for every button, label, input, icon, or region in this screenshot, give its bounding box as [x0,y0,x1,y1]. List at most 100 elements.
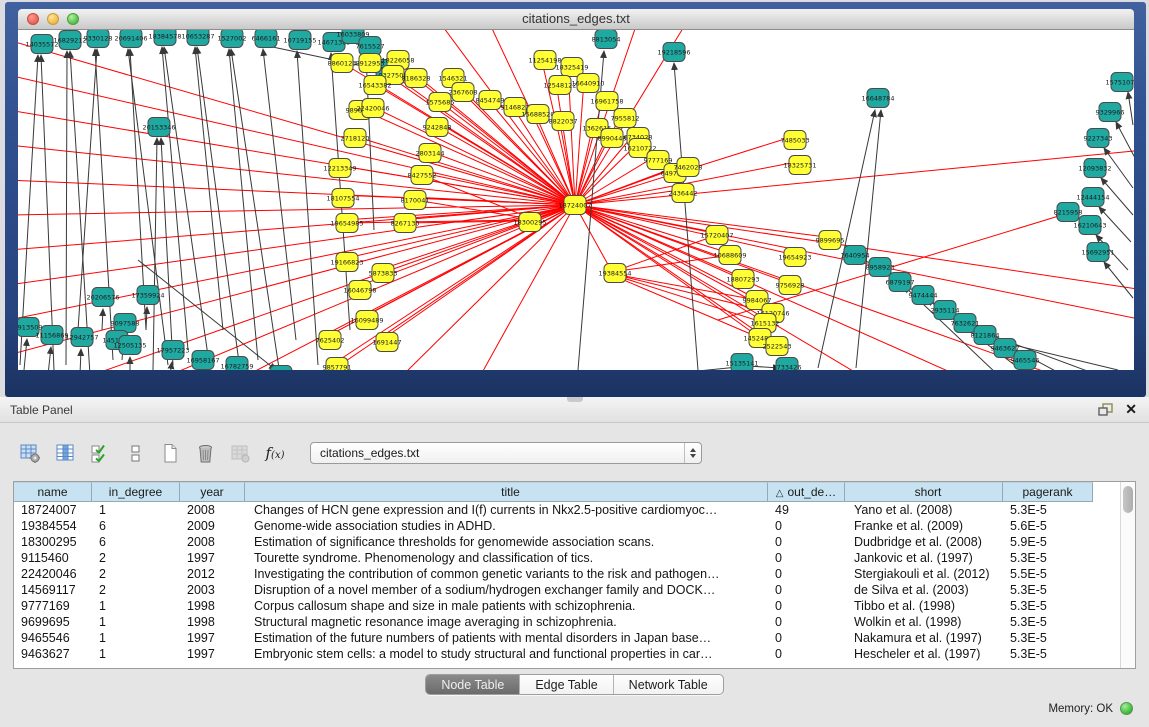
table-cell: Changes of HCN gene expression and I(f) … [245,502,768,518]
vertical-scrollbar[interactable] [1120,482,1135,668]
float-panel-icon[interactable] [1098,403,1113,416]
table-row[interactable]: 946362711997Embryonic stem cells: a mode… [14,646,1135,662]
row-height-icon[interactable] [121,439,149,467]
table-cell: Franke et al. (2009) [845,518,1003,534]
column-header-title[interactable]: title [245,482,768,502]
graph-node-label: 16099489 [350,317,383,325]
graph-node-label: 8822037 [549,118,578,126]
table-cell: 9463627 [14,646,92,662]
graph-node-label: 16958167 [186,357,219,365]
table-row[interactable]: 1872400712008Changes of HCN gene express… [14,502,1135,518]
column-header-name[interactable]: name [14,482,92,502]
tab-node-table[interactable]: Node Table [426,675,520,694]
table-row[interactable]: 1830029562008Estimation of significance … [14,534,1135,550]
column-header-year[interactable]: year [180,482,245,502]
graph-node-label: 19384554 [598,270,631,278]
sort-ascending-icon: △ [776,488,784,499]
graph-node-label: 1615132 [751,320,780,328]
table-cell: 0 [768,646,845,662]
table-row[interactable]: 969969511998Structural magnetic resonanc… [14,614,1135,630]
graph-node-label: 18226058 [381,57,414,65]
table-cell: 1998 [180,614,245,630]
graph-node-label: 18807293 [726,276,759,284]
table-type-tabs: Node TableEdge TableNetwork Table [425,674,723,695]
table-cell: 1997 [180,550,245,566]
table-panel-titlebar[interactable]: Table Panel ✕ [0,397,1149,423]
graph-node-label: 20206576 [86,294,119,302]
network-graph-canvas[interactable]: 1403557216829212933012820691406183845781… [18,30,1134,370]
graph-node-label: 15720407 [700,232,733,240]
table-cell: 2012 [180,566,245,582]
table-settings-icon[interactable] [16,439,44,467]
graph-node-label: 16782759 [220,363,253,371]
close-window-button[interactable] [27,13,39,25]
select-stepper-icon[interactable] [684,443,701,463]
graph-node-label: 18724007 [558,202,591,210]
column-header-short[interactable]: short [845,482,1003,502]
graph-node-label: 7955812 [611,115,640,123]
graph-node-label: 12213349 [323,165,356,173]
table-cell: Disruption of a novel member of a sodium… [245,582,768,598]
table-cell: Structural magnetic resonance image aver… [245,614,768,630]
table-cell: Wolkin et al. (1998) [845,614,1003,630]
table-row[interactable]: 1456911722003Disruption of a novel membe… [14,582,1135,598]
graph-node-label: 7625402 [316,337,345,345]
graph-node-label: 19654923 [778,254,811,262]
table-row[interactable]: 1938455462009Genome-wide association stu… [14,518,1135,534]
table-cell: 0 [768,630,845,646]
graph-node[interactable] [270,366,292,371]
network-window-titlebar[interactable]: citations_edges.txt [18,9,1134,30]
graph-node-label: 8860123 [328,60,357,68]
table-cell: 5.3E-5 [1003,502,1093,518]
tab-edge-table[interactable]: Edge Table [520,675,613,694]
scrollbar-thumb[interactable] [1123,486,1133,513]
graph-node-label: 2803144 [416,150,445,158]
show-columns-icon[interactable] [51,439,79,467]
graph-node-label: 6466161 [252,35,281,43]
panel-drag-handle[interactable] [567,397,583,402]
table-cell: 2 [92,566,180,582]
graph-node-label: 6879197 [886,279,915,287]
graph-node-label: 12093832 [1078,165,1111,173]
import-table-icon[interactable] [226,439,254,467]
table-cell: 0 [768,566,845,582]
graph-node-label: 18107554 [326,195,359,203]
close-panel-icon[interactable]: ✕ [1125,402,1137,416]
column-header-out_de[interactable]: △out_de… [768,482,845,502]
network-table-select[interactable]: citations_edges.txt [310,442,702,464]
graph-node-label: 9242848 [423,124,452,132]
graph-node-label: 2935114 [931,307,960,315]
memory-status-indicator[interactable] [1120,702,1133,715]
table-cell: Yano et al. (2008) [845,502,1003,518]
graph-node-label: 8958923 [866,264,895,272]
table-row[interactable]: 946554611997Estimation of the future num… [14,630,1135,646]
minimize-window-button[interactable] [47,13,59,25]
graph-node-label: 2367608 [449,89,478,97]
graph-node-label: 1640954 [841,252,870,260]
delete-table-icon[interactable] [191,439,219,467]
new-table-icon[interactable] [156,439,184,467]
panel-title: Table Panel [10,397,73,423]
table-row[interactable]: 2242004622012Investigating the contribut… [14,566,1135,582]
column-header-in_degree[interactable]: in_degree [92,482,180,502]
tab-network-table[interactable]: Network Table [614,675,723,694]
column-header-pagerank[interactable]: pagerank [1003,482,1093,502]
table-cell: 1997 [180,630,245,646]
graph-node-label: 19654985 [330,220,363,228]
table-cell: 1 [92,630,180,646]
table-cell: 6 [92,518,180,534]
table-cell: 0 [768,582,845,598]
graph-node-label: 7485033 [781,137,810,145]
graph-node-label: 22420046 [356,105,389,113]
zoom-window-button[interactable] [67,13,79,25]
function-builder-icon[interactable]: f(x) [261,439,289,467]
graph-node-label: 12444154 [1076,194,1109,202]
table-cell: 9465546 [14,630,92,646]
select-columns-icon[interactable] [86,439,114,467]
graph-node-label: 19218596 [657,49,690,57]
table-cell: 2008 [180,502,245,518]
table-cell: 5.9E-5 [1003,534,1093,550]
table-row[interactable]: 977716911998Corpus callosum shape and si… [14,598,1135,614]
graph-node-label: 12505135 [113,342,146,350]
table-row[interactable]: 911546021997Tourette syndrome. Phenomeno… [14,550,1135,566]
